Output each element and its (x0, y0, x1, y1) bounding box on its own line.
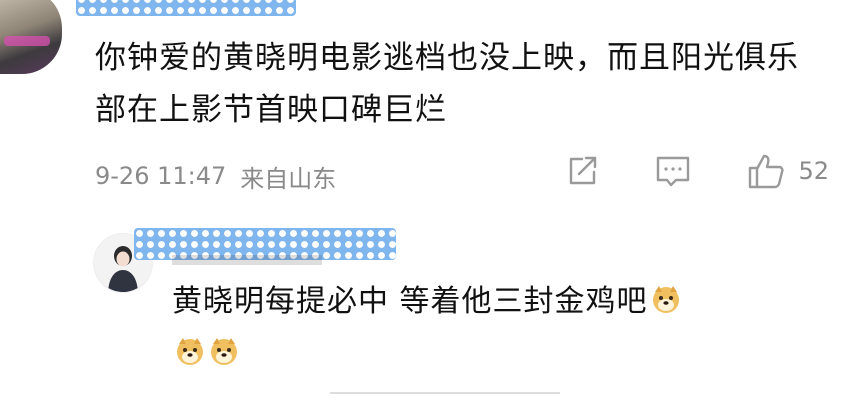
share-button[interactable] (564, 153, 600, 189)
comment-icon (654, 153, 692, 189)
commenter-name-masked[interactable] (76, 0, 296, 16)
comment-time: 9-26 11:47 (95, 162, 227, 190)
comment-actions: 52 (564, 152, 829, 190)
doge-emoji (174, 332, 206, 365)
next-item-edge (330, 392, 560, 404)
like-button[interactable]: 52 (746, 152, 829, 190)
reply-button[interactable] (654, 153, 692, 189)
commenter-avatar[interactable] (0, 0, 62, 74)
share-icon (564, 153, 600, 189)
doge-emoji (650, 280, 682, 313)
like-count: 52 (798, 157, 829, 185)
comment-location: 来自山东 (240, 164, 337, 193)
like-icon (746, 152, 786, 190)
comment-body: 你钟爱的黄晓明电影逃档也没上映，而且阳光俱乐部在上影节首映口碑巨烂 (95, 40, 799, 128)
reply-body: 黄晓明每提必中 等着他三封金鸡吧 (172, 276, 812, 380)
doge-emoji (208, 332, 240, 365)
reply-text: 黄晓明每提必中 等着他三封金鸡吧 (172, 284, 648, 319)
